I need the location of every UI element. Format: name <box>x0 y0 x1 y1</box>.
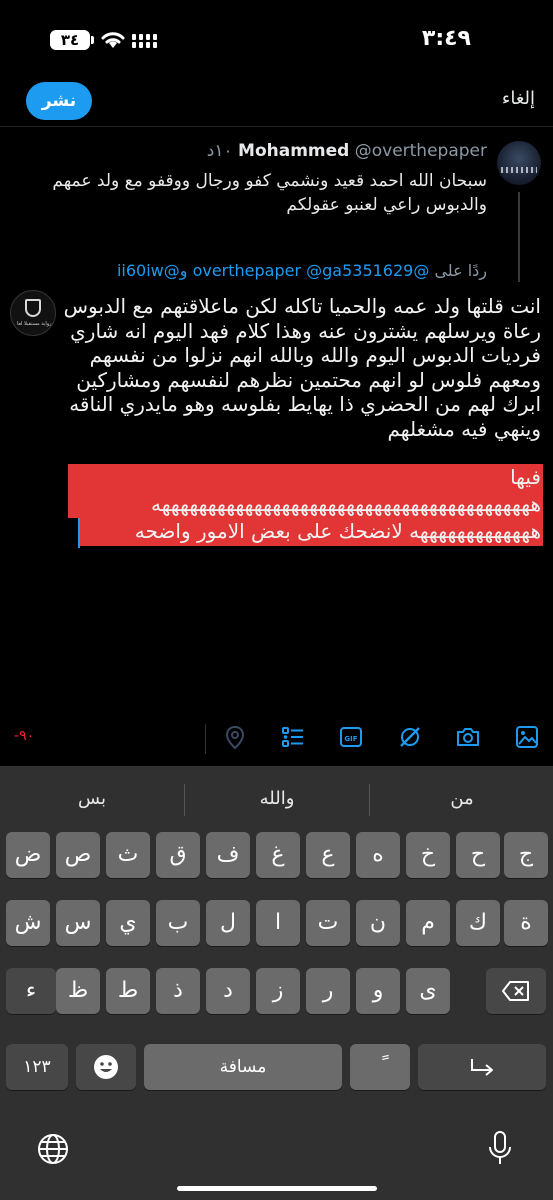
battery-indicator: ٣٤ <box>50 30 94 50</box>
key[interactable]: ز <box>256 968 300 1014</box>
key[interactable]: ي <box>106 900 150 946</box>
selected-line: فيها <box>510 465 541 489</box>
character-counter: -٩٠ <box>14 728 35 744</box>
key[interactable]: ض <box>6 832 50 878</box>
key[interactable]: ب <box>156 900 200 946</box>
wifi-icon <box>101 32 125 48</box>
tanween-key[interactable]: ً <box>350 1044 410 1090</box>
key[interactable]: ه <box>356 832 400 878</box>
numbers-key[interactable]: ١٢٣ <box>6 1044 68 1090</box>
signal-icon <box>132 34 157 48</box>
key[interactable]: ث <box>106 832 150 878</box>
key[interactable]: ل <box>206 900 250 946</box>
suggestion-3[interactable]: من <box>370 766 553 832</box>
cancel-button[interactable]: إلغاء <box>502 88 535 109</box>
return-icon <box>471 1059 493 1076</box>
header-divider <box>0 126 553 127</box>
original-tweet-avatar[interactable] <box>497 141 541 185</box>
key[interactable]: ى <box>406 968 450 1014</box>
original-tweet-time: ١٠د <box>206 141 233 161</box>
thread-line <box>518 192 520 282</box>
key[interactable]: خ <box>406 832 450 878</box>
key[interactable]: ذ <box>156 968 200 1014</box>
hamza-key[interactable]: ء <box>6 968 56 1014</box>
home-indicator <box>177 1186 377 1191</box>
key[interactable]: ر <box>306 968 350 1014</box>
key[interactable]: ج <box>504 832 548 878</box>
key[interactable]: ح <box>456 832 500 878</box>
original-tweet-text: سبحان الله احمد قعيد ونشمي كفو ورجال ووق… <box>52 171 487 215</box>
key[interactable]: د <box>206 968 250 1014</box>
suggestion-1[interactable]: بس <box>0 766 184 832</box>
keyboard: بس والله من ض ص ث ق ف غ ع ه خ ح ج ش س ي … <box>0 766 553 1200</box>
emblem-icon <box>25 299 41 317</box>
compose-toolbar: -٩٠ GIF <box>0 706 553 766</box>
original-author-handle: @overthepaper <box>354 141 487 161</box>
key[interactable]: ف <box>206 832 250 878</box>
media-icon[interactable] <box>514 724 540 750</box>
original-author-name: Mohammed <box>238 141 350 161</box>
status-bar: ٣٤ ٣:٤٩ <box>0 0 553 80</box>
selected-text[interactable]: فيها ههههههههههههههههههههههههههههههههههه… <box>63 464 541 545</box>
key[interactable]: م <box>406 900 450 946</box>
gif-icon[interactable]: GIF <box>338 724 364 750</box>
selected-line: هههههههههههههه لانضحك على بعض الامور واض… <box>134 519 541 543</box>
original-tweet-header: Mohammed @overthepaper ١٠د <box>207 141 487 161</box>
suggestion-2[interactable]: والله <box>185 766 369 832</box>
key[interactable]: ك <box>456 900 500 946</box>
avatar-caption: رواية مستقبلا لعا <box>17 321 52 327</box>
selection-handle[interactable] <box>78 518 80 548</box>
return-key[interactable] <box>418 1044 546 1090</box>
key[interactable]: ن <box>356 900 400 946</box>
key[interactable]: ط <box>106 968 150 1014</box>
key[interactable]: ظ <box>56 968 100 1014</box>
replying-to[interactable]: ردًا على @overthepaper @ga5351629 و@ii60… <box>117 261 487 280</box>
svg-text:GIF: GIF <box>344 735 357 743</box>
replying-to-label: ردًا على <box>434 261 487 280</box>
microphone-icon[interactable] <box>486 1130 514 1168</box>
grok-icon[interactable] <box>397 724 423 750</box>
publish-button[interactable]: نشر <box>26 82 92 120</box>
key[interactable]: ص <box>56 832 100 878</box>
globe-icon[interactable] <box>36 1132 70 1166</box>
poll-icon[interactable] <box>280 724 306 750</box>
space-key[interactable]: مسافة <box>144 1044 342 1090</box>
backspace-key[interactable] <box>486 968 546 1014</box>
replying-to-mentions[interactable]: @overthepaper @ga5351629 و@ii60iw <box>117 261 429 280</box>
selected-line: هههههههههههههههههههههههههههههههههههههههه… <box>150 492 541 516</box>
toolbar-divider <box>205 724 206 754</box>
key[interactable]: ع <box>306 832 350 878</box>
camera-icon[interactable] <box>455 724 481 750</box>
key[interactable]: ت <box>306 900 350 946</box>
emoji-key[interactable] <box>76 1044 136 1090</box>
key[interactable]: س <box>56 900 100 946</box>
key[interactable]: ش <box>6 900 50 946</box>
clock: ٣:٤٩ <box>421 26 471 51</box>
backspace-icon <box>502 981 529 1001</box>
location-icon[interactable] <box>222 724 248 750</box>
key[interactable]: ة <box>504 900 548 946</box>
user-avatar[interactable]: رواية مستقبلا لعا <box>10 290 56 336</box>
key[interactable]: ا <box>256 900 300 946</box>
emoji-icon <box>94 1055 118 1079</box>
reply-text-input[interactable]: انت قلتها ولد عمه والحميا تاكله لكن ماعل… <box>63 294 541 441</box>
key[interactable]: و <box>356 968 400 1014</box>
key[interactable]: غ <box>256 832 300 878</box>
key[interactable]: ق <box>156 832 200 878</box>
